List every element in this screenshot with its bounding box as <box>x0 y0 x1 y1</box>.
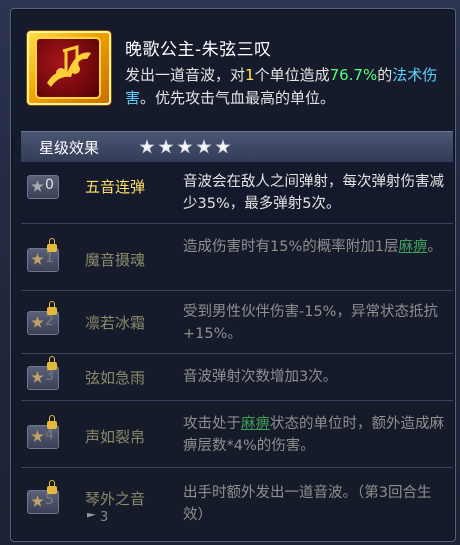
flag-icon <box>87 513 96 518</box>
skill-header: 晚歌公主-朱弦三叹 发出一道音波，对1个单位造成76.7%的法术伤害。优先攻击气… <box>11 9 455 129</box>
star-icon <box>177 139 193 154</box>
star-level: 4 <box>45 427 54 443</box>
lock-icon <box>47 480 57 494</box>
unlock-count: 3 <box>100 510 109 525</box>
skill-description: 发出一道音波，对1个单位造成76.7%的法术伤害。优先攻击气血最高的单位。 <box>125 64 455 110</box>
desc-text: 发出一道音波，对 <box>125 66 246 84</box>
star-effect-row-1: 1 魔音摄魂 造成伤害时有15%的概率附加1层麻痹。 <box>21 224 453 291</box>
skill-name: 晚歌公主-朱弦三叹 <box>125 40 272 60</box>
star-icon <box>31 180 44 192</box>
star-icon <box>139 139 155 154</box>
desc-text: 。优先攻击气血最高的单位。 <box>140 89 336 107</box>
effect-name: 魔音摄魂 <box>85 251 146 269</box>
effect-description: 音波会在敌人之间弹射，每次弹射伤害减少35%，最多弹射5次。 <box>183 174 444 212</box>
damage-percent: 76.7% <box>329 66 378 84</box>
lock-icon <box>47 238 57 252</box>
star-icon <box>215 139 231 154</box>
music-note-icon <box>27 31 111 105</box>
desc-text: 个单位造成 <box>254 66 330 84</box>
star-icon <box>31 253 44 265</box>
effect-name: 声如裂帛 <box>85 428 146 446</box>
star-icon <box>158 139 174 154</box>
desc-text: 。 <box>427 239 442 255</box>
star-effects-header: 星级效果 <box>21 131 453 163</box>
star-effect-list: 0 五音连弹 音波会在敌人之间弹射，每次弹射伤害减少35%，最多弹射5次。 1 … <box>21 163 453 534</box>
effect-description: 造成伤害时有15%的概率附加1层麻痹。 <box>183 236 445 258</box>
star-icon <box>31 430 44 442</box>
star-icon <box>196 139 212 154</box>
desc-text: 造成伤害时有15%的概率附加1层 <box>183 239 399 255</box>
star-level: 5 <box>45 492 54 508</box>
unlock-requirement: 3 <box>87 510 108 525</box>
star-level: 3 <box>45 368 54 384</box>
star-icon <box>31 371 44 383</box>
effect-name: 琴外之音 <box>85 490 146 508</box>
lock-icon <box>47 356 57 370</box>
star-effect-row-5: 5 琴外之音 3 出手时额外发出一道音波。（第3回合生效） <box>21 468 453 534</box>
status-link-paralysis[interactable]: 麻痹 <box>398 239 427 255</box>
star-icon <box>31 316 44 328</box>
effect-name: 弦如急雨 <box>85 369 146 387</box>
target-count: 1 <box>245 66 255 84</box>
star-effects-label: 星级效果 <box>39 139 100 157</box>
star-level-badge: 0 <box>27 175 59 199</box>
effect-name: 凛若冰霜 <box>85 314 146 332</box>
effect-name: 五音连弹 <box>85 178 146 196</box>
status-link-paralysis[interactable]: 麻痹 <box>241 416 270 432</box>
desc-text: 的 <box>377 66 393 84</box>
star-level: 0 <box>45 177 54 193</box>
effect-description: 受到男性伙伴伤害-15%，异常状态抵抗+15%。 <box>183 304 438 342</box>
star-effect-row-4: 4 声如裂帛 攻击处于麻痹状态的单位时，额外造成麻痹层数*4%的伤害。 <box>21 401 453 468</box>
desc-text: 攻击处于 <box>183 416 241 432</box>
star-effect-row-3: 3 弦如急雨 音波弹射次数增加3次。 <box>21 354 453 401</box>
effect-description: 攻击处于麻痹状态的单位时，额外造成麻痹层数*4%的伤害。 <box>183 413 445 457</box>
effect-description: 音波弹射次数增加3次。 <box>183 369 338 385</box>
star-effect-row-2: 2 凛若冰霜 受到男性伙伴伤害-15%，异常状态抵抗+15%。 <box>21 291 453 354</box>
star-rating <box>139 139 231 155</box>
star-effect-row-0: 0 五音连弹 音波会在敌人之间弹射，每次弹射伤害减少35%，最多弹射5次。 <box>21 163 453 224</box>
lock-icon <box>47 415 57 429</box>
star-icon <box>31 495 44 507</box>
star-level: 1 <box>45 250 54 266</box>
lock-icon <box>47 301 57 315</box>
star-level: 2 <box>45 313 54 329</box>
effect-description: 出手时额外发出一道音波。（第3回合生效） <box>183 485 432 523</box>
skill-tooltip-panel: 晚歌公主-朱弦三叹 发出一道音波，对1个单位造成76.7%的法术伤害。优先攻击气… <box>10 8 456 542</box>
